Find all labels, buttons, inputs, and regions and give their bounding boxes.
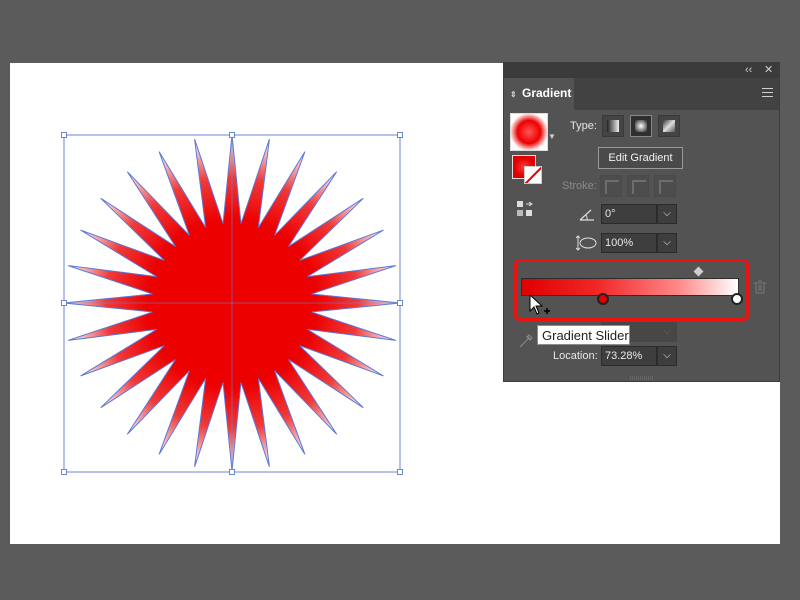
close-icon[interactable]: ✕	[764, 64, 773, 76]
radial-gradient-icon	[635, 120, 647, 132]
handle-bottom-right[interactable]	[397, 469, 403, 475]
aspect-ratio-dropdown-icon[interactable]: ⌵	[657, 233, 677, 253]
location-dropdown-icon[interactable]: ⌵	[657, 346, 677, 366]
reverse-gradient-icon[interactable]	[516, 200, 534, 218]
stroke-none-swatch[interactable]	[524, 166, 542, 184]
location-input[interactable]: 73.28%	[601, 346, 657, 366]
angle-icon	[579, 209, 594, 221]
fill-gradient-swatch[interactable]	[510, 113, 548, 151]
stroke-across-button	[654, 175, 676, 197]
gradient-slider[interactable]	[521, 278, 739, 296]
stroke-across-icon	[659, 180, 673, 194]
stroke-within-icon	[605, 180, 619, 194]
stroke-label: Stroke:	[562, 180, 597, 192]
stroke-along-button	[627, 175, 649, 197]
type-linear-button[interactable]	[602, 115, 624, 137]
tab-gradient[interactable]: ⇕ Gradient	[504, 78, 574, 110]
aspect-ratio-input[interactable]: 100%	[601, 233, 657, 253]
hamburger-menu-icon[interactable]	[762, 88, 773, 97]
tab-gradient-label: Gradient	[522, 86, 572, 100]
handle-bottom-left[interactable]	[61, 469, 67, 475]
trash-icon[interactable]	[754, 280, 766, 294]
handle-top-right[interactable]	[397, 132, 403, 138]
handle-middle-left[interactable]	[61, 300, 67, 306]
handle-bottom-center[interactable]	[229, 469, 235, 475]
gradient-stop-2[interactable]	[731, 293, 743, 305]
edit-gradient-button[interactable]: Edit Gradient	[598, 147, 683, 169]
type-label: Type:	[570, 120, 597, 132]
panel-tab-row: ⇕ Gradient	[504, 78, 779, 110]
gradient-slider-tooltip: Gradient Slider	[537, 325, 630, 345]
location-label: Location:	[553, 350, 598, 362]
gradient-stop-1[interactable]	[597, 293, 610, 305]
freeform-gradient-icon	[663, 120, 675, 132]
opacity-dropdown-icon: ⌵	[657, 322, 677, 342]
type-freeform-button[interactable]	[658, 115, 680, 137]
type-radial-button[interactable]	[630, 115, 652, 137]
angle-dropdown-icon[interactable]: ⌵	[657, 204, 677, 224]
stroke-within-button	[600, 175, 622, 197]
handle-middle-right[interactable]	[397, 300, 403, 306]
tab-collapse-arrows-icon: ⇕	[510, 90, 517, 99]
panel-titlebar: ‹‹ ✕	[504, 63, 779, 78]
handle-top-center[interactable]	[229, 132, 235, 138]
angle-input[interactable]: 0°	[601, 204, 657, 224]
handle-top-left[interactable]	[61, 132, 67, 138]
panel-resize-grip-icon[interactable]	[630, 376, 654, 380]
double-chevron-left-icon[interactable]: ‹‹	[745, 64, 752, 76]
linear-gradient-icon	[607, 120, 619, 132]
stroke-along-icon	[632, 180, 646, 194]
swatch-dropdown-icon[interactable]: ▼	[548, 132, 556, 141]
mouse-pointer-add-icon	[529, 294, 550, 315]
eyedropper-icon[interactable]	[518, 333, 534, 349]
aspect-ratio-icon	[576, 235, 597, 251]
